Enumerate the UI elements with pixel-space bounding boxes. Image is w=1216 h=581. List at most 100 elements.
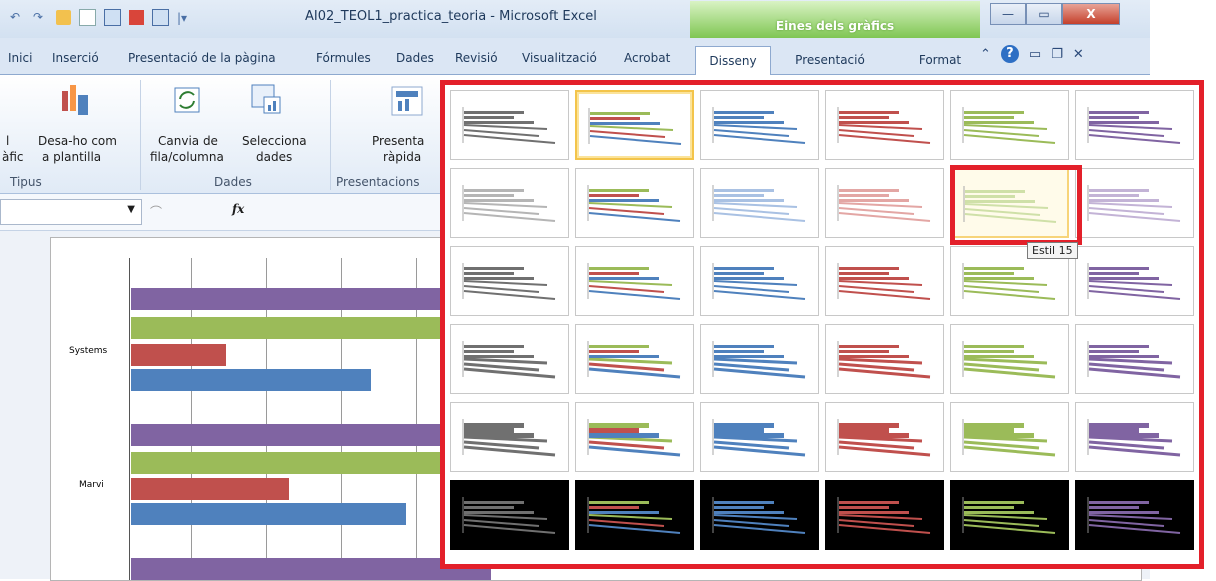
- undo-icon[interactable]: ↶: [10, 10, 25, 25]
- chart-style-preview: [1087, 419, 1181, 457]
- redo-icon[interactable]: ↷: [33, 10, 48, 25]
- chart-style-preview: [587, 497, 681, 534]
- chart-style-tile[interactable]: [825, 480, 944, 550]
- switch-row-column-label-1[interactable]: Canvia de: [158, 133, 218, 149]
- doc-restore-icon[interactable]: ❐: [1051, 47, 1063, 62]
- print-preview-icon[interactable]: [104, 9, 121, 26]
- tab-dades[interactable]: Dades: [396, 51, 434, 65]
- tab-insercio[interactable]: Inserció: [52, 51, 99, 65]
- chart-style-tile[interactable]: [575, 168, 694, 238]
- bar-marvi-red[interactable]: [131, 478, 289, 500]
- ribbon-collapse-icon[interactable]: ⌃: [980, 47, 991, 62]
- close-button[interactable]: X: [1062, 3, 1120, 25]
- chart-styles-gallery[interactable]: [440, 80, 1204, 569]
- chart-style-preview: [712, 107, 806, 144]
- chart-style-tile[interactable]: [700, 402, 819, 472]
- help-icon[interactable]: ?: [1000, 45, 1019, 63]
- chart-style-preview: [587, 185, 681, 222]
- insert-function-icon[interactable]: fx: [232, 202, 244, 216]
- chart-style-tile[interactable]: [575, 402, 694, 472]
- tab-presentacio-pagina[interactable]: Presentació de la pàgina: [128, 51, 276, 65]
- chart-style-tile[interactable]: [700, 324, 819, 394]
- save-template-icon[interactable]: [60, 83, 92, 117]
- chart-style-tile[interactable]: [1075, 90, 1194, 160]
- chart-style-tile[interactable]: [575, 246, 694, 316]
- open-folder-icon[interactable]: [56, 10, 71, 25]
- chart-style-tile[interactable]: [1075, 480, 1194, 550]
- chart-style-tile[interactable]: [450, 246, 569, 316]
- chart-style-tile[interactable]: [1075, 246, 1194, 316]
- tab-formules[interactable]: Fórmules: [316, 51, 371, 65]
- tab-visualitzacio[interactable]: Visualització: [522, 51, 597, 65]
- chart-style-tile[interactable]: [450, 402, 569, 472]
- chart-style-tile[interactable]: [700, 480, 819, 550]
- chart-style-preview: [962, 497, 1056, 534]
- bar-systems-purple[interactable]: [131, 288, 451, 310]
- select-data-label-2[interactable]: dades: [256, 149, 292, 165]
- chart-style-tile[interactable]: [450, 324, 569, 394]
- switch-row-column-label-2[interactable]: fila/columna: [150, 149, 224, 165]
- chart-style-tile[interactable]: [575, 324, 694, 394]
- chart-style-tile[interactable]: [950, 402, 1069, 472]
- save-template-label-2[interactable]: a plantilla: [42, 149, 101, 165]
- chart-style-tile[interactable]: [825, 324, 944, 394]
- save-template-label-1[interactable]: Desa-ho com: [38, 133, 117, 149]
- tab-presentacio[interactable]: Presentació: [790, 46, 870, 74]
- chart-style-tile[interactable]: [1075, 402, 1194, 472]
- chart-style-tile[interactable]: [1075, 324, 1194, 394]
- chart-style-preview: [462, 107, 556, 144]
- chart-style-preview: [837, 341, 931, 379]
- doc-minimize-icon[interactable]: ▭: [1029, 47, 1041, 62]
- quick-layout-icon[interactable]: [390, 85, 424, 117]
- chart-style-tile[interactable]: [450, 90, 569, 160]
- quick-layout-label-1[interactable]: Presenta: [372, 133, 424, 149]
- minimize-button[interactable]: —: [990, 3, 1026, 25]
- chart-style-tile[interactable]: [825, 90, 944, 160]
- chart-style-tile[interactable]: [825, 246, 944, 316]
- chart-style-tile[interactable]: [825, 168, 944, 238]
- bar-marvi-green[interactable]: [131, 452, 451, 474]
- bar-marvi-blue[interactable]: [131, 503, 406, 525]
- spelling-icon[interactable]: [152, 9, 169, 26]
- name-box-dropdown-icon[interactable]: ▼: [127, 204, 135, 215]
- window-title: AI02_TEOL1_practica_teoria - Microsoft E…: [305, 9, 597, 24]
- select-data-label-1[interactable]: Selecciona: [242, 133, 307, 149]
- chart-style-tile[interactable]: [450, 168, 569, 238]
- chart-style-preview: [587, 341, 681, 379]
- doc-close-icon[interactable]: ✕: [1073, 47, 1084, 62]
- restore-button[interactable]: ▭: [1026, 3, 1062, 25]
- new-document-icon[interactable]: [79, 9, 96, 26]
- chart-style-tile[interactable]: [575, 90, 694, 160]
- change-type-label-1[interactable]: l: [6, 133, 9, 149]
- tab-revisio[interactable]: Revisió: [455, 51, 498, 65]
- chart-style-preview: [962, 419, 1056, 457]
- customize-qat-icon[interactable]: |▾: [177, 11, 187, 25]
- bar-next-purple[interactable]: [131, 558, 491, 580]
- tab-disseny[interactable]: Disseny: [695, 46, 771, 75]
- tab-format[interactable]: Format: [915, 46, 965, 74]
- chart-style-tile[interactable]: [700, 90, 819, 160]
- close-file-icon[interactable]: [129, 10, 144, 25]
- bar-marvi-purple[interactable]: [131, 424, 451, 446]
- chart-style-tile[interactable]: [575, 480, 694, 550]
- change-type-label-2[interactable]: àfic: [2, 149, 24, 165]
- switch-row-column-icon[interactable]: [172, 85, 202, 115]
- tab-inici[interactable]: Inici: [8, 51, 32, 65]
- bar-systems-red[interactable]: [131, 344, 226, 366]
- chart-style-tile[interactable]: [950, 90, 1069, 160]
- group-dades-label: Dades: [214, 175, 252, 189]
- chart-style-tile[interactable]: [950, 324, 1069, 394]
- chart-style-tile[interactable]: [825, 402, 944, 472]
- chart-style-tile[interactable]: [1075, 168, 1194, 238]
- select-data-icon[interactable]: [250, 83, 282, 115]
- quick-layout-label-2[interactable]: ràpida: [383, 149, 421, 165]
- bar-systems-green[interactable]: [131, 317, 451, 339]
- quick-access-toolbar: ↶ ↷ |▾: [10, 9, 187, 26]
- name-box[interactable]: ▼: [0, 199, 142, 225]
- chart-style-tile[interactable]: [950, 480, 1069, 550]
- chart-style-tile[interactable]: [700, 168, 819, 238]
- chart-style-tile[interactable]: [450, 480, 569, 550]
- bar-systems-blue[interactable]: [131, 369, 371, 391]
- chart-style-tile[interactable]: [700, 246, 819, 316]
- tab-acrobat[interactable]: Acrobat: [624, 51, 670, 65]
